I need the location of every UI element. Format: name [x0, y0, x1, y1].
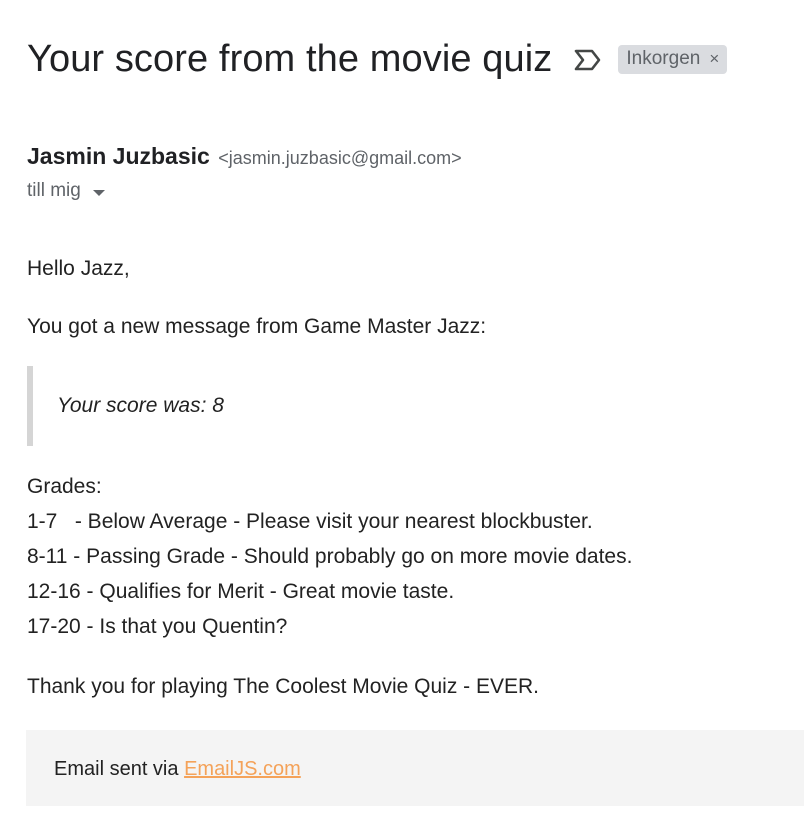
sender-row: Jasmin Juzbasic <jasmin.juzbasic@gmail.c…	[27, 143, 462, 170]
grades-title: Grades:	[27, 475, 102, 498]
score-blockquote: Your score was: 8	[27, 366, 447, 446]
close-icon[interactable]: ×	[709, 49, 719, 69]
email-subject: Your score from the movie quiz	[27, 38, 553, 80]
sender-email: <jasmin.juzbasic@gmail.com>	[218, 148, 462, 168]
sender-name[interactable]: Jasmin Juzbasic	[27, 143, 210, 169]
inbox-label-chip[interactable]: Inkorgen ×	[618, 45, 728, 74]
grade-line: 17-20 - Is that you Quentin?	[27, 615, 288, 638]
recipient-text: till mig	[27, 180, 81, 201]
label-outline-icon[interactable]	[572, 47, 604, 73]
grade-line: 1-7 - Below Average - Please visit your …	[27, 510, 593, 533]
emailjs-link[interactable]: EmailJS.com	[184, 758, 301, 780]
grades-list: Grades: 1-7 - Below Average - Please vis…	[27, 475, 632, 650]
footer-text: Email sent via EmailJS.com	[54, 758, 301, 781]
greeting-text: Hello Jazz,	[27, 257, 130, 280]
subject-row: Your score from the movie quiz Inkorgen …	[27, 38, 728, 81]
score-text: Your score was: 8	[57, 394, 224, 417]
footer-prefix: Email sent via	[54, 758, 185, 780]
email-footer: Email sent via EmailJS.com	[26, 730, 804, 806]
closing-text: Thank you for playing The Coolest Movie …	[27, 675, 540, 698]
recipient-row: till mig	[27, 180, 105, 202]
caret-down-icon[interactable]	[92, 190, 105, 196]
grade-line: 12-16 - Qualifies for Merit - Great movi…	[27, 580, 455, 603]
intro-text: You got a new message from Game Master J…	[27, 315, 487, 338]
grade-line: 8-11 - Passing Grade - Should probably g…	[27, 545, 633, 568]
inbox-label-text: Inkorgen	[626, 48, 701, 69]
